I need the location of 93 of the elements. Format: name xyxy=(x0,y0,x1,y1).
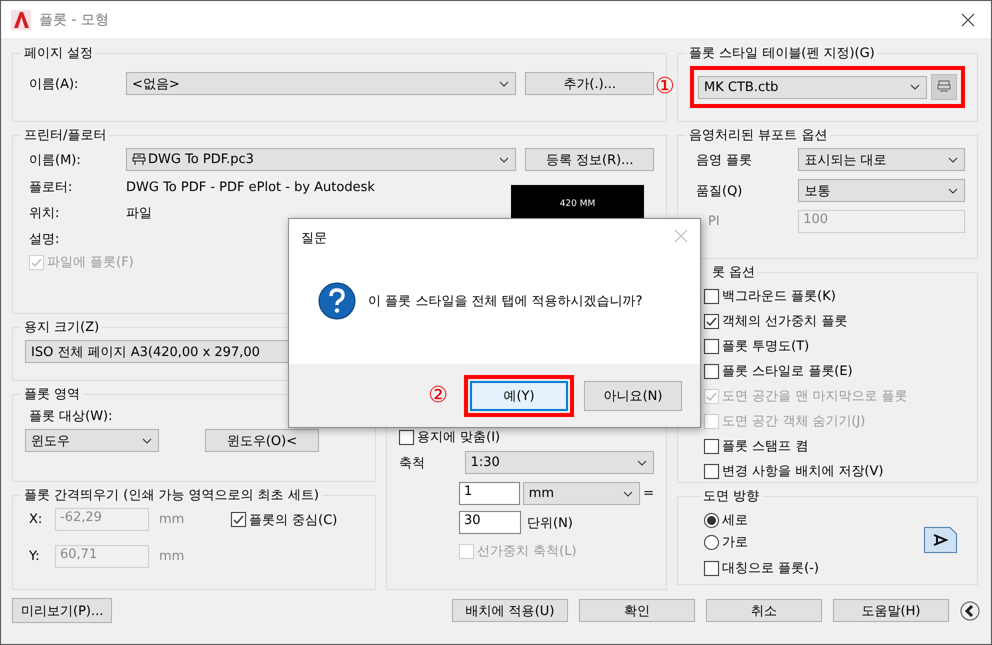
field-label: PI xyxy=(708,214,720,229)
dropdown[interactable]: mm xyxy=(522,482,640,505)
field-label: 축척 xyxy=(399,454,426,472)
portrait-page-icon xyxy=(924,527,957,553)
radio-label: 세로 xyxy=(722,512,748,529)
checkbox-label: 도면 공간 객체 숨기기(J) xyxy=(722,413,866,430)
field-label: 단위(N) xyxy=(527,514,573,532)
info-label: 플로터: xyxy=(28,179,74,196)
field-label: X: xyxy=(28,512,44,527)
info-value: DWG To PDF - PDF ePlot - by Autodesk xyxy=(126,180,375,194)
yes-button[interactable]: 예(Y) xyxy=(470,380,568,410)
chevron-icon xyxy=(948,188,958,194)
group-title: 플롯 영역 xyxy=(23,386,82,403)
unit-label: mm xyxy=(158,549,184,564)
checkbox-label: 플롯 스타일로 플롯(E) xyxy=(722,363,853,380)
checkbox[interactable] xyxy=(399,430,414,444)
checkbox-label: 플롯 스탬프 켬 xyxy=(722,438,808,455)
printer-dropdown[interactable]: DWG To PDF.pc3 xyxy=(126,148,516,171)
field-label: 음영 플롯 xyxy=(695,152,754,168)
dialog-title: 질문 xyxy=(301,230,327,247)
dialog-button[interactable]: 배치에 적용(U) xyxy=(452,599,568,622)
checkbox-label: 플롯 투명도(T) xyxy=(722,338,810,355)
dropdown[interactable]: 보통 xyxy=(798,179,965,202)
info-label: 설명: xyxy=(28,231,60,248)
group-title: 페이지 설정 xyxy=(23,45,94,62)
group-title: 용지 크기(Z) xyxy=(23,319,100,336)
dropdown[interactable]: <없음> xyxy=(126,72,516,95)
checkbox[interactable] xyxy=(704,288,719,304)
checkbox[interactable] xyxy=(704,314,719,328)
checkbox-label: 플롯의 중심(C) xyxy=(249,512,338,528)
chevron-icon xyxy=(499,156,510,162)
collapse-icon[interactable] xyxy=(960,600,980,620)
checkbox[interactable] xyxy=(704,364,719,378)
unit-label: mm xyxy=(158,512,186,527)
field-label: Y: xyxy=(28,549,41,564)
dropdown[interactable]: 윈도우 xyxy=(25,429,159,452)
group-title: 프린터/플로터 xyxy=(23,127,108,144)
no-button[interactable]: 아니요(N) xyxy=(584,380,682,410)
checkbox-label: 파일에 플롯(F) xyxy=(47,254,134,271)
field-label: 이름(A): xyxy=(28,76,80,92)
equals-sign: = xyxy=(643,486,654,501)
chevron-icon xyxy=(499,80,510,86)
checkbox-label: 선가중치 축척(L) xyxy=(477,543,577,560)
field-label: 플롯 대상(W): xyxy=(28,408,114,425)
app-logo-icon xyxy=(11,10,31,30)
scale-field[interactable]: 1 xyxy=(459,482,520,505)
preview-button[interactable]: 미리보기(P)... xyxy=(12,598,112,623)
group-title: 음영처리된 뷰포트 옵션 xyxy=(688,127,828,144)
close-icon[interactable] xyxy=(961,12,975,26)
checkbox[interactable] xyxy=(704,464,719,478)
checkbox-label: 도면 공간을 맨 마지막으로 플롯 xyxy=(722,388,908,405)
checkbox[interactable] xyxy=(704,338,719,354)
window-button[interactable]: 윈도우(O)< xyxy=(205,429,319,452)
step-marker: ① xyxy=(655,76,675,98)
info-label: 위치: xyxy=(28,205,60,222)
dropdown[interactable]: 표시되는 대로 xyxy=(798,148,965,171)
window-title: 플롯 - 모형 xyxy=(39,10,110,28)
checkbox-label: 용지에 맞춤(I) xyxy=(417,429,500,446)
chevron-icon xyxy=(623,490,634,496)
checkbox-label: 변경 사항을 배치에 저장(V) xyxy=(722,463,884,480)
plot-style-dropdown[interactable]: MK CTB.ctb xyxy=(698,76,927,98)
chevron-icon xyxy=(948,156,958,162)
dropdown[interactable]: 1:30 xyxy=(464,451,654,474)
question-icon xyxy=(318,282,356,320)
scale-field[interactable]: 30 xyxy=(459,511,521,534)
checkbox[interactable] xyxy=(704,438,719,454)
printer-name: DWG To PDF.pc3 xyxy=(148,152,254,167)
group-title: 플롯 스타일 테이블(펜 지정)(G) xyxy=(688,45,876,62)
chevron-icon xyxy=(637,460,647,466)
checkbox-label: 객체의 선가중치 플롯 xyxy=(722,313,848,330)
dialog-button[interactable]: 확인 xyxy=(579,599,695,622)
radio-button[interactable] xyxy=(704,534,719,550)
properties-button[interactable]: 등록 정보(R)... xyxy=(525,148,654,171)
group-title: 롯 옵션 xyxy=(711,264,756,281)
checkbox-label: 백그라운드 플롯(K) xyxy=(722,288,836,305)
step-marker: ② xyxy=(428,384,448,406)
checkbox-label: 대칭으로 플롯(-) xyxy=(722,560,819,577)
group-title: 도면 방향 xyxy=(702,488,760,505)
field-label: 품질(Q) xyxy=(695,182,744,200)
dialog-button[interactable]: 도움말(H) xyxy=(833,599,949,622)
add-button[interactable]: 추가(.)... xyxy=(525,72,654,95)
dialog-message: 이 플롯 스타일을 전체 탭에 적용하시겠습니까? xyxy=(368,293,643,310)
info-value: 파일 xyxy=(126,205,152,222)
field-label: 이름(M): xyxy=(28,152,82,168)
plotter-icon xyxy=(132,153,146,166)
radio-button[interactable] xyxy=(704,512,719,528)
checkbox[interactable] xyxy=(704,560,719,576)
radio-label: 가로 xyxy=(722,534,748,551)
chevron-icon xyxy=(142,438,152,444)
chevron-icon xyxy=(910,84,920,90)
group-title: 플롯 간격띄우기 (인쇄 가능 영역으로의 최초 세트) xyxy=(23,487,320,504)
edit-button[interactable] xyxy=(931,74,957,100)
dialog-button[interactable]: 취소 xyxy=(706,599,822,622)
